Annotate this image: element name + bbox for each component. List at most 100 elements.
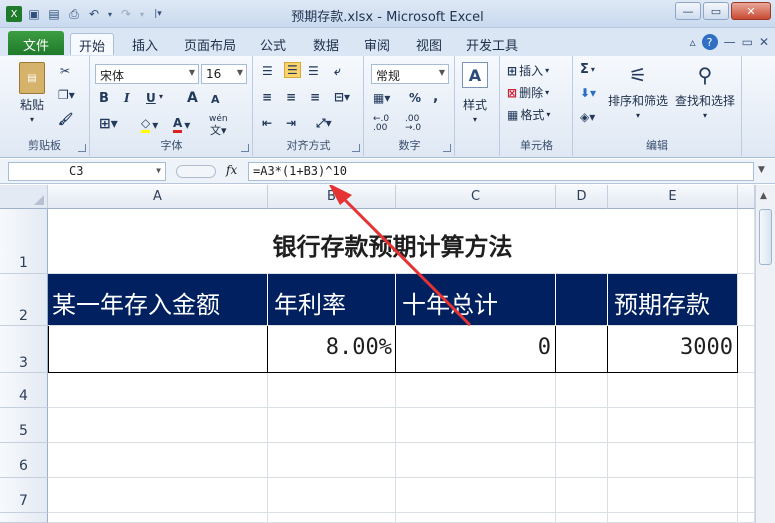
cell-d3[interactable] (556, 326, 608, 373)
doc-minimize-icon[interactable]: — (724, 35, 736, 49)
font-size-select[interactable]: 16 ▼ (201, 64, 247, 84)
cell-b3[interactable]: 8.00% (268, 326, 396, 373)
restore-button[interactable]: ▭ (703, 2, 729, 20)
merge-center-icon[interactable]: ⊟▾ (334, 90, 350, 104)
shrink-font-button[interactable]: A (211, 93, 220, 106)
align-right-icon[interactable]: ≡ (310, 90, 320, 104)
empty-cell[interactable] (738, 478, 755, 513)
empty-cell[interactable] (608, 443, 738, 478)
align-left-icon[interactable]: ≡ (262, 90, 272, 104)
align-center-icon[interactable]: ≡ (286, 90, 296, 104)
increase-indent-icon[interactable]: ⇥ (286, 116, 296, 130)
empty-cell[interactable] (396, 373, 556, 408)
empty-cell[interactable] (396, 513, 556, 523)
formula-input[interactable]: =A3*(1+B3)^10 (248, 162, 754, 181)
sheet-title-cell[interactable]: 银行存款预期计算方法 (48, 209, 738, 274)
help-icon[interactable]: ? (701, 34, 718, 50)
header-cell-e2[interactable]: 预期存款 (608, 274, 738, 326)
tab-review[interactable]: 审阅 (356, 33, 398, 55)
row-header-5[interactable]: 5 (0, 408, 48, 443)
empty-cell[interactable] (48, 443, 268, 478)
row-header-1[interactable]: 1 (0, 209, 48, 274)
row-header-8[interactable] (0, 513, 48, 523)
insert-function-icon[interactable]: fx (226, 163, 237, 177)
cell-f1[interactable] (738, 209, 755, 274)
cell-f3[interactable] (738, 326, 755, 373)
clear-icon[interactable]: ◈▾ (580, 110, 595, 124)
empty-cell[interactable] (48, 478, 268, 513)
scroll-up-icon[interactable]: ▲ (760, 191, 767, 201)
empty-cell[interactable] (268, 408, 396, 443)
empty-cell[interactable] (268, 478, 396, 513)
increase-decimal-icon[interactable]: ←.0.00 (373, 115, 389, 133)
vertical-scrollbar[interactable]: ▲ (755, 185, 775, 523)
paste-button[interactable]: ▤ 粘贴 ▾ (12, 62, 52, 124)
comma-style-button[interactable]: , (433, 89, 438, 105)
cell-e3[interactable]: 3000 (608, 326, 738, 373)
find-select-button[interactable]: ⚲ 查找和选择 ▾ (672, 60, 738, 120)
font-color-icon[interactable]: A ▾ (173, 116, 190, 133)
fill-color-icon[interactable]: ◇ ▾ (141, 116, 158, 133)
autosum-icon[interactable]: Σ ▾ (580, 62, 595, 77)
tab-data[interactable]: 数据 (305, 33, 347, 55)
doc-restore-icon[interactable]: ▭ (742, 35, 753, 49)
row-header-3[interactable]: 3 (0, 326, 48, 373)
font-name-select[interactable]: 宋体 ▼ (95, 64, 199, 84)
empty-cell[interactable] (738, 443, 755, 478)
header-cell-a2[interactable]: 某一年存入金额 (48, 274, 268, 326)
empty-cell[interactable] (268, 373, 396, 408)
header-cell-c2[interactable]: 十年总计 (396, 274, 556, 326)
alignment-launcher-icon[interactable] (352, 144, 360, 152)
empty-cell[interactable] (396, 478, 556, 513)
decrease-indent-icon[interactable]: ⇤ (262, 116, 272, 130)
insert-cells-button[interactable]: ⊞ 插入 ▾ (507, 62, 549, 79)
empty-cell[interactable] (608, 513, 738, 523)
expand-formula-bar-icon[interactable]: ▼ (758, 165, 765, 175)
accounting-format-icon[interactable]: ▦▾ (373, 91, 390, 105)
cell-f2[interactable] (738, 274, 755, 326)
tab-page-layout[interactable]: 页面布局 (176, 33, 244, 55)
empty-cell[interactable] (608, 408, 738, 443)
sort-filter-button[interactable]: ⚟ 排序和筛选 ▾ (608, 60, 668, 120)
underline-button[interactable]: U (146, 91, 156, 105)
empty-cell[interactable] (608, 478, 738, 513)
copy-icon[interactable]: ❐▾ (58, 88, 75, 102)
tab-formulas[interactable]: 公式 (252, 33, 294, 55)
font-launcher-icon[interactable] (241, 144, 249, 152)
styles-button[interactable]: A 样式 ▾ (462, 62, 488, 124)
name-box[interactable]: C3 ▼ (8, 162, 166, 181)
number-launcher-icon[interactable] (443, 144, 451, 152)
empty-cell[interactable] (556, 408, 608, 443)
empty-cell[interactable] (396, 408, 556, 443)
empty-cell[interactable] (396, 443, 556, 478)
select-all-corner[interactable] (0, 185, 48, 209)
percent-style-button[interactable]: % (409, 91, 421, 105)
formula-bar-splitter-icon[interactable] (176, 165, 216, 178)
cut-icon[interactable]: ✂ (60, 64, 70, 78)
empty-cell[interactable] (556, 478, 608, 513)
doc-close-icon[interactable]: ✕ (759, 35, 769, 49)
empty-cell[interactable] (608, 373, 738, 408)
delete-cells-button[interactable]: ⊠ 删除 ▾ (507, 84, 549, 101)
decrease-decimal-icon[interactable]: .00 →.0 (405, 115, 421, 133)
row-header-6[interactable]: 6 (0, 443, 48, 478)
clipboard-launcher-icon[interactable] (78, 144, 86, 152)
empty-cell[interactable] (268, 513, 396, 523)
row-header-4[interactable]: 4 (0, 373, 48, 408)
wrap-text-icon[interactable]: ⤶ (334, 64, 341, 79)
format-painter-icon[interactable]: 🖌 (58, 112, 73, 126)
column-header-d[interactable]: D (556, 185, 608, 209)
column-header-a[interactable]: A (48, 185, 268, 209)
empty-cell[interactable] (48, 373, 268, 408)
row-header-2[interactable]: 2 (0, 274, 48, 326)
close-button[interactable]: ✕ (731, 2, 771, 20)
empty-cell[interactable] (556, 443, 608, 478)
minimize-ribbon-icon[interactable]: ▵ (690, 35, 696, 49)
column-header-c[interactable]: C (396, 185, 556, 209)
number-format-select[interactable]: 常规 ▼ (371, 64, 449, 84)
pinyin-icon[interactable]: wén 文▾ (209, 114, 228, 136)
tab-home[interactable]: 开始 (70, 33, 115, 55)
cell-a3[interactable] (48, 326, 268, 373)
header-cell-b2[interactable]: 年利率 (268, 274, 396, 326)
tab-file[interactable]: 文件 (8, 31, 64, 55)
